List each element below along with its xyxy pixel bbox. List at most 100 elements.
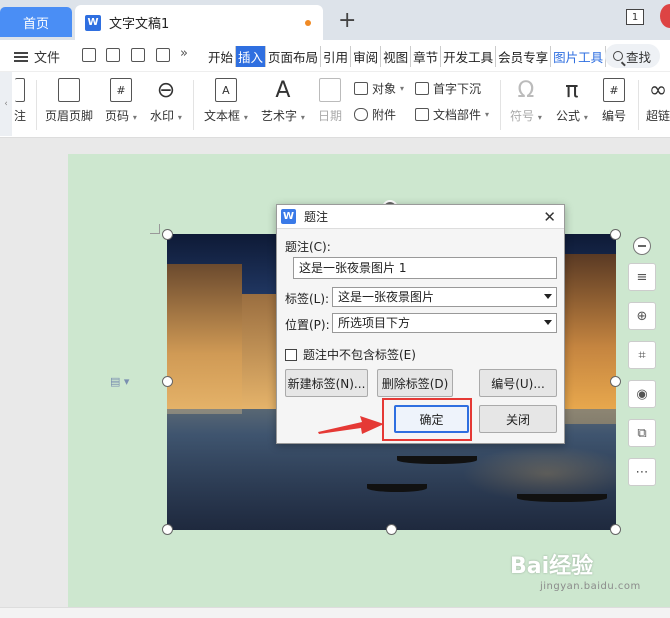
resize-handle-sw[interactable] bbox=[162, 524, 173, 535]
annotation-arrow-icon bbox=[318, 416, 384, 434]
hyperlink-label: 超链 bbox=[646, 109, 670, 123]
header-footer-label: 页眉页脚 bbox=[45, 109, 94, 123]
status-bar bbox=[0, 607, 670, 618]
ribbon-tabs: 开始 插入 页面布局 引用 审阅 视图 章节 开发工具 会员专享 图片工具 bbox=[206, 46, 607, 67]
document-tab-title: 文字文稿1 bbox=[109, 17, 170, 32]
tab-review[interactable]: 审阅 bbox=[351, 46, 382, 67]
resize-handle-nw[interactable] bbox=[162, 229, 173, 240]
date-label: 日期 bbox=[318, 109, 343, 123]
numbering-button[interactable]: # 编号 bbox=[602, 78, 626, 124]
ribbon-partial-label: 注 bbox=[14, 109, 27, 123]
word-art-button[interactable]: A 艺术字 ▾ bbox=[261, 78, 305, 124]
hyperlink-button[interactable]: ∞ 超链 bbox=[646, 78, 670, 124]
caption-input[interactable]: 这是一张夜景图片 1 bbox=[293, 257, 557, 279]
wps-writer-icon: W bbox=[85, 14, 101, 31]
collapse-toolbar-icon[interactable] bbox=[633, 237, 651, 255]
ribbon-separator bbox=[500, 80, 501, 130]
tab-insert[interactable]: 插入 bbox=[236, 46, 267, 67]
resize-handle-ne[interactable] bbox=[610, 229, 621, 240]
tab-view[interactable]: 视图 bbox=[381, 46, 412, 67]
dialog-title: 题注 bbox=[304, 210, 329, 224]
symbol-button[interactable]: Ω 符号 ▾ bbox=[510, 78, 542, 124]
symbol-label: 符号 bbox=[510, 109, 535, 123]
layout-options-icon[interactable]: ≡ bbox=[628, 263, 656, 291]
print-icon[interactable] bbox=[131, 48, 145, 62]
document-parts-button[interactable]: 文档部件 ▾ bbox=[415, 106, 489, 123]
object-button[interactable]: 对象 ▾ bbox=[354, 80, 404, 97]
tab-developer[interactable]: 开发工具 bbox=[441, 46, 497, 67]
numbering-label: 编号 bbox=[602, 109, 627, 123]
delete-tag-button[interactable]: 删除标签(D) bbox=[377, 369, 453, 397]
tab-references[interactable]: 引用 bbox=[321, 46, 352, 67]
ribbon-scroll-left-button[interactable]: ‹ bbox=[0, 72, 12, 136]
user-avatar[interactable] bbox=[660, 4, 670, 28]
dialog-title-bar[interactable]: W 题注 ✕ bbox=[277, 205, 564, 229]
drop-cap-icon bbox=[415, 82, 429, 95]
wps-writer-icon: W bbox=[281, 209, 296, 224]
image-convert-icon[interactable]: ⧉ bbox=[628, 419, 656, 447]
drop-cap-button[interactable]: 首字下沉 bbox=[415, 80, 481, 97]
gondola bbox=[397, 456, 477, 464]
close-button[interactable]: 关闭 bbox=[479, 405, 557, 433]
export-pdf-icon[interactable] bbox=[106, 48, 120, 62]
exclude-label-checkbox[interactable] bbox=[285, 348, 297, 361]
formula-button[interactable]: π 公式 ▾ bbox=[556, 78, 588, 124]
menu-bar: 文件 » 开始 插入 页面布局 引用 审阅 视图 章节 开发工具 会员专享 图片… bbox=[0, 40, 670, 72]
close-icon[interactable]: ✕ bbox=[543, 208, 556, 226]
tab-home[interactable]: 首页 bbox=[0, 7, 72, 37]
tag-select[interactable]: 这是一张夜景图片 bbox=[332, 287, 557, 307]
page-number-icon: # bbox=[109, 78, 132, 102]
caption-label: 题注(C): bbox=[285, 240, 331, 254]
zoom-in-icon[interactable]: ⊕ bbox=[628, 302, 656, 330]
resize-handle-s[interactable] bbox=[386, 524, 397, 535]
page-number-label: 页码 bbox=[105, 109, 130, 123]
print-preview-icon[interactable] bbox=[156, 48, 170, 62]
tab-section[interactable]: 章节 bbox=[411, 46, 442, 67]
text-box-button[interactable]: A 文本框 ▾ bbox=[204, 78, 248, 124]
numbering-dialog-button[interactable]: 编号(U)... bbox=[479, 369, 557, 397]
chevron-down-icon bbox=[544, 294, 552, 299]
search-button[interactable]: 查找 bbox=[605, 44, 660, 68]
tab-page-layout[interactable]: 页面布局 bbox=[266, 46, 322, 67]
resize-handle-e[interactable] bbox=[610, 376, 621, 387]
attachment-button[interactable]: 附件 bbox=[354, 106, 396, 123]
window-count-badge[interactable]: 1 bbox=[626, 9, 644, 25]
title-bar: 首页 W 文字文稿1 + 1 bbox=[0, 0, 670, 40]
pi-icon: π bbox=[565, 77, 579, 103]
calendar-icon bbox=[319, 78, 341, 102]
drop-cap-label: 首字下沉 bbox=[433, 82, 482, 96]
ribbon-toolbar: ‹ 注 页眉页脚 # 页码 ▾ ⊖ 水印 ▾ A 文本框 ▾ A 艺术字 ▾ 日… bbox=[0, 72, 670, 138]
exclude-label-checkbox-row[interactable]: 题注中不包含标签(E) bbox=[285, 346, 416, 363]
date-button[interactable]: 日期 bbox=[318, 78, 342, 124]
tab-start[interactable]: 开始 bbox=[206, 46, 237, 67]
paragraph-layout-icon[interactable]: ▤ ▾ bbox=[110, 375, 129, 388]
new-tag-button[interactable]: 新建标签(N)... bbox=[285, 369, 368, 397]
document-parts-label: 文档部件 bbox=[433, 108, 482, 122]
add-tab-button[interactable]: + bbox=[338, 8, 356, 33]
partial-icon bbox=[15, 78, 25, 102]
resize-handle-w[interactable] bbox=[162, 376, 173, 387]
save-icon[interactable] bbox=[82, 48, 96, 62]
tab-member[interactable]: 会员专享 bbox=[496, 46, 552, 67]
ribbon-separator bbox=[638, 80, 639, 130]
ribbon-partial-item[interactable]: 注 bbox=[14, 78, 26, 124]
chevron-down-icon bbox=[544, 320, 552, 325]
tag-label: 标签(L): bbox=[285, 292, 330, 306]
header-footer-button[interactable]: 页眉页脚 bbox=[45, 78, 93, 124]
tab-picture-tools[interactable]: 图片工具 bbox=[551, 46, 607, 67]
file-menu-button[interactable]: 文件 bbox=[14, 47, 60, 66]
search-label: 查找 bbox=[626, 49, 652, 65]
resize-handle-se[interactable] bbox=[610, 524, 621, 535]
more-options-icon[interactable]: ⋯ bbox=[628, 458, 656, 486]
more-quick-access-button[interactable]: » bbox=[180, 46, 188, 61]
watermark-button[interactable]: ⊖ 水印 ▾ bbox=[150, 78, 182, 124]
watermark-icon: ⊖ bbox=[156, 77, 176, 103]
crop-icon[interactable]: ⌗ bbox=[628, 341, 656, 369]
tab-document[interactable]: W 文字文稿1 bbox=[75, 5, 323, 40]
paperclip-icon bbox=[354, 108, 368, 121]
position-select[interactable]: 所选项目下方 bbox=[332, 313, 557, 333]
page-number-button[interactable]: # 页码 ▾ bbox=[105, 78, 137, 124]
smart-tip-icon[interactable]: ◉ bbox=[628, 380, 656, 408]
ribbon-separator bbox=[36, 80, 37, 130]
gondola bbox=[367, 484, 427, 492]
